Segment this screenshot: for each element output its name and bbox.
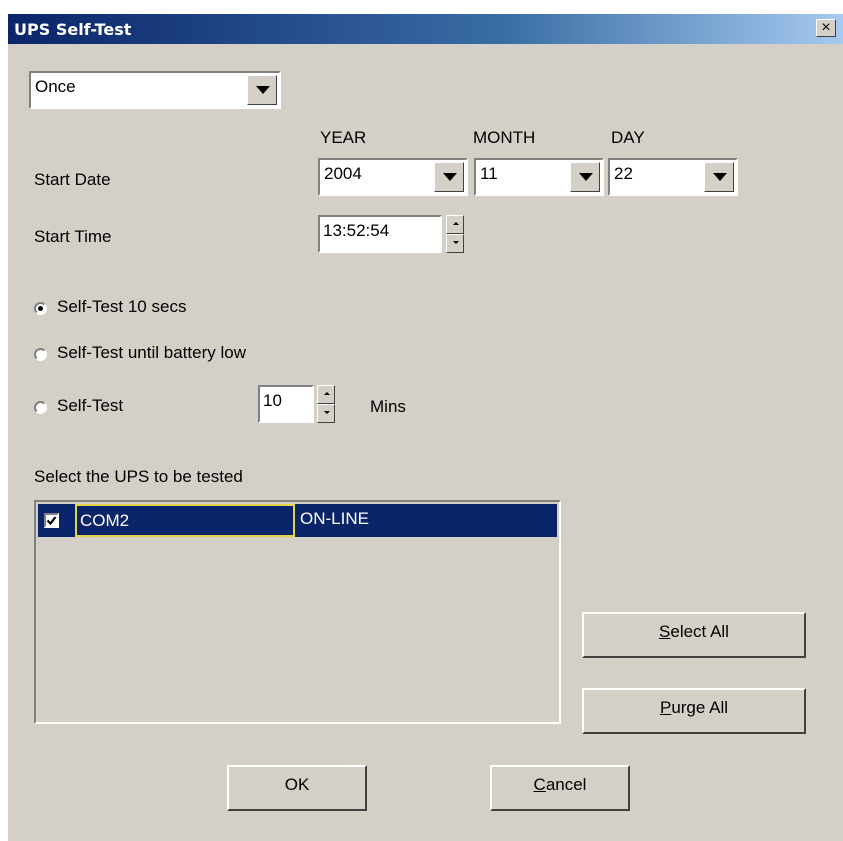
spin-up-icon[interactable] — [446, 215, 464, 234]
ups-list-label: Select the UPS to be tested — [34, 467, 243, 486]
radio-self-test-minutes[interactable] — [34, 401, 47, 414]
ups-status: ON-LINE — [300, 509, 369, 528]
ups-self-test-dialog: UPS Self-Test × Once YEAR MONTH DAY Star… — [8, 14, 843, 841]
start-time-label: Start Time — [34, 227, 112, 246]
ups-list[interactable]: COM2 ON-LINE — [34, 500, 561, 724]
ups-name: COM2 — [80, 511, 130, 530]
list-item[interactable]: COM2 ON-LINE — [38, 504, 557, 537]
minutes-spinner[interactable] — [317, 385, 335, 423]
year-dropdown[interactable]: 2004 — [318, 158, 468, 196]
ups-name-cell[interactable]: COM2 — [75, 504, 295, 537]
month-header: MONTH — [473, 128, 536, 147]
purge-all-label: urge All — [671, 698, 729, 717]
spin-down-icon[interactable] — [317, 404, 335, 423]
cancel-mnemonic: C — [533, 775, 546, 794]
title-bar[interactable]: UPS Self-Test × — [8, 14, 843, 44]
minutes-value: 10 — [263, 391, 282, 410]
minutes-unit-label: Mins — [370, 397, 406, 416]
select-all-label: elect All — [670, 622, 729, 641]
select-all-button[interactable]: Select All — [582, 612, 806, 658]
chevron-down-icon[interactable] — [570, 162, 600, 192]
day-header: DAY — [611, 128, 645, 147]
ups-checkbox[interactable] — [44, 513, 59, 528]
radio-self-test-10-secs[interactable] — [34, 302, 47, 315]
cancel-button[interactable]: Cancel — [490, 765, 630, 811]
purge-all-mnemonic: P — [659, 698, 672, 717]
purge-all-button[interactable]: Purge All — [582, 688, 806, 734]
radio-self-test-until-battery-low[interactable] — [34, 348, 47, 361]
option-self-test-minutes[interactable]: Self-Test — [57, 396, 123, 416]
year-header: YEAR — [320, 128, 367, 147]
day-value: 22 — [614, 164, 633, 183]
close-button[interactable]: × — [816, 19, 836, 37]
month-dropdown[interactable]: 11 — [474, 158, 604, 196]
close-icon: × — [821, 19, 831, 36]
option-self-test-10-secs[interactable]: Self-Test 10 secs — [57, 297, 186, 317]
start-date-label: Start Date — [34, 170, 111, 189]
schedule-dropdown[interactable]: Once — [29, 71, 281, 109]
start-time-spinner[interactable] — [446, 215, 464, 253]
chevron-down-icon[interactable] — [704, 162, 734, 192]
minutes-input[interactable]: 10 — [258, 385, 314, 423]
chevron-down-icon[interactable] — [247, 75, 277, 105]
ok-button[interactable]: OK — [227, 765, 367, 811]
month-value: 11 — [480, 164, 498, 183]
chevron-down-icon[interactable] — [434, 162, 464, 192]
start-time-value: 13:52:54 — [323, 221, 390, 240]
select-all-mnemonic: S — [659, 622, 671, 641]
checkmark-icon — [46, 516, 57, 526]
year-value: 2004 — [324, 164, 362, 183]
ok-label: OK — [284, 775, 310, 794]
schedule-value: Once — [35, 77, 76, 96]
spin-up-icon[interactable] — [317, 385, 335, 404]
day-dropdown[interactable]: 22 — [608, 158, 738, 196]
spin-down-icon[interactable] — [446, 234, 464, 253]
start-time-input[interactable]: 13:52:54 — [318, 215, 442, 253]
window-title: UPS Self-Test — [14, 20, 132, 39]
cancel-label: ancel — [545, 775, 587, 794]
option-self-test-until-battery-low[interactable]: Self-Test until battery low — [57, 343, 246, 363]
